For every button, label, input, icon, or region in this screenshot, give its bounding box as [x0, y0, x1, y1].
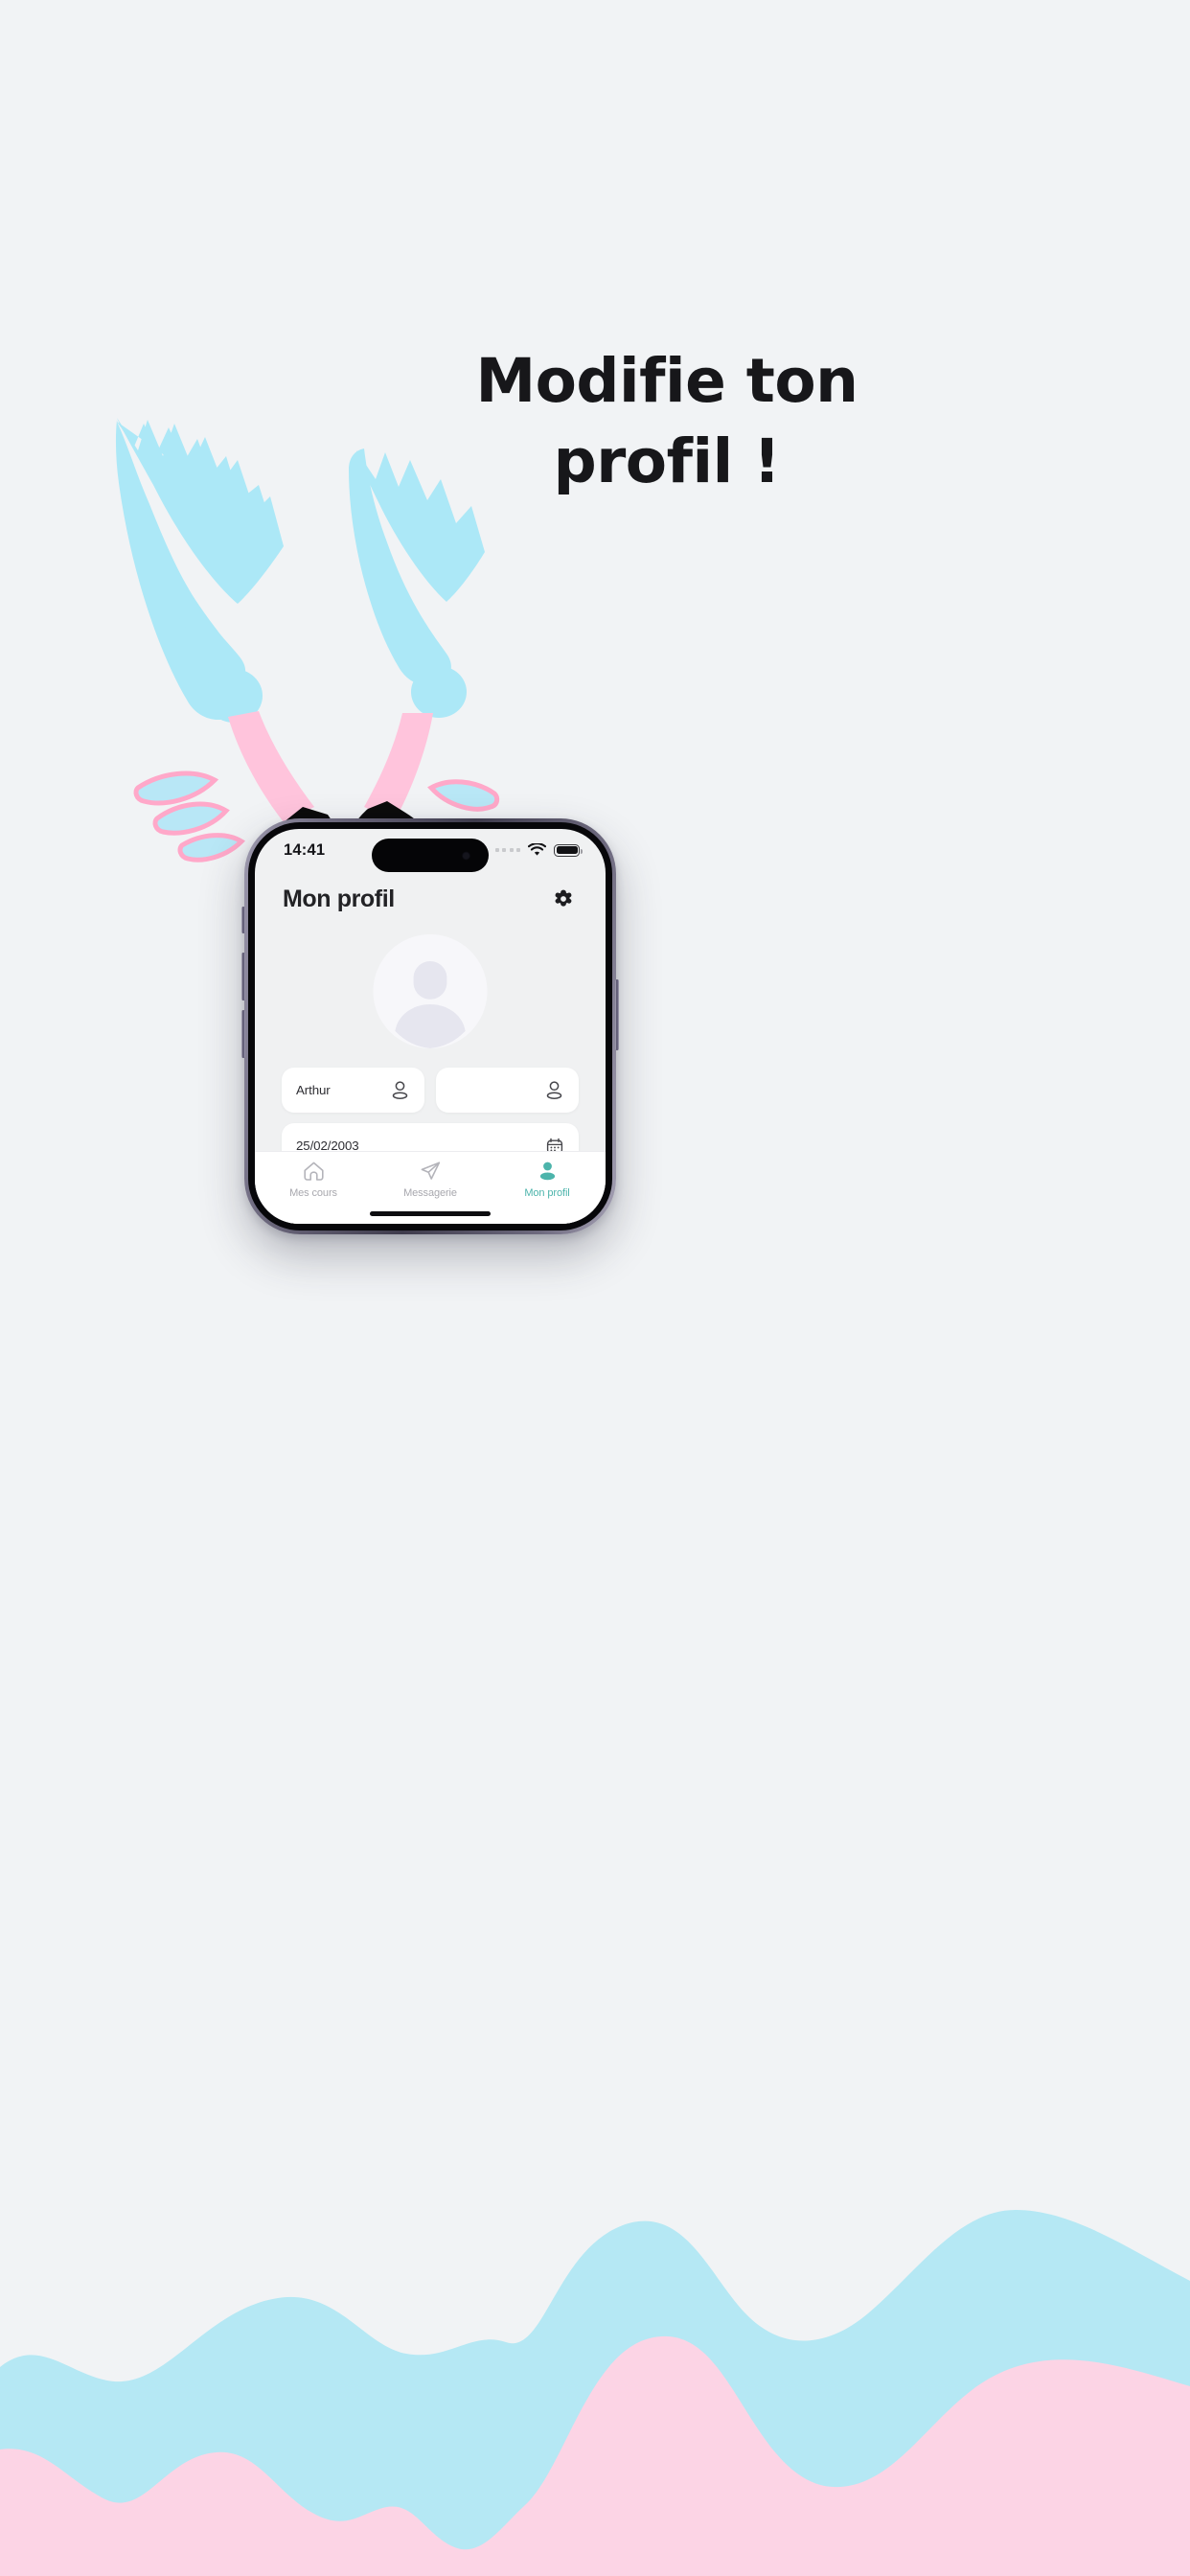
- person-placeholder-icon: [373, 934, 488, 1048]
- person-icon: [390, 1080, 410, 1100]
- volume-down-button[interactable]: [241, 1010, 245, 1058]
- tab-messagerie[interactable]: Messagerie: [372, 1161, 489, 1199]
- power-button[interactable]: [615, 979, 619, 1050]
- avatar[interactable]: [373, 934, 488, 1048]
- firstname-field[interactable]: Arthur: [282, 1068, 424, 1113]
- battery-icon: [554, 843, 583, 857]
- tab-mes-cours[interactable]: Mes cours: [255, 1161, 372, 1199]
- splash-droplet-left: [133, 770, 245, 862]
- silent-switch[interactable]: [241, 907, 245, 933]
- dynamic-island: [372, 839, 489, 872]
- app-header: Mon profil: [255, 873, 606, 925]
- status-bar: 14:41: [255, 829, 606, 873]
- tab-label: Mes cours: [289, 1187, 337, 1199]
- status-indicators: [494, 843, 583, 857]
- swimmer-legs-icon: [115, 418, 500, 872]
- home-indicator[interactable]: [370, 1211, 491, 1216]
- volume-up-button[interactable]: [241, 953, 245, 1000]
- person-filled-icon: [539, 1162, 555, 1181]
- front-camera-icon: [463, 852, 469, 859]
- lastname-field[interactable]: [436, 1068, 579, 1113]
- firstname-value: Arthur: [296, 1083, 331, 1097]
- home-icon: [303, 1162, 324, 1181]
- send-icon: [421, 1162, 440, 1180]
- phone-mockup: 14:41 Mon profil Arthur 25/02/2003 Mes c…: [241, 818, 619, 1234]
- screen-title: Mon profil: [283, 885, 395, 912]
- phone-screen: 14:41 Mon profil Arthur 25/02/2003 Mes c…: [255, 829, 606, 1224]
- gear-icon: [555, 889, 572, 907]
- person-icon: [544, 1080, 564, 1100]
- tab-mon-profil[interactable]: Mon profil: [489, 1161, 606, 1199]
- form-row: Arthur: [282, 1068, 579, 1113]
- headline-line-1: Modifie ton: [475, 346, 858, 416]
- settings-button[interactable]: [549, 885, 578, 913]
- decorative-waves: [0, 2210, 1190, 2576]
- wifi-icon: [528, 843, 546, 856]
- tab-label: Messagerie: [403, 1187, 457, 1199]
- status-time: 14:41: [284, 841, 326, 859]
- marketing-screenshot: Modifie ton profil ! 14:41 Mon profil Ar…: [0, 0, 1190, 2576]
- tab-label: Mon profil: [524, 1187, 570, 1199]
- signal-dots-icon: [494, 848, 520, 852]
